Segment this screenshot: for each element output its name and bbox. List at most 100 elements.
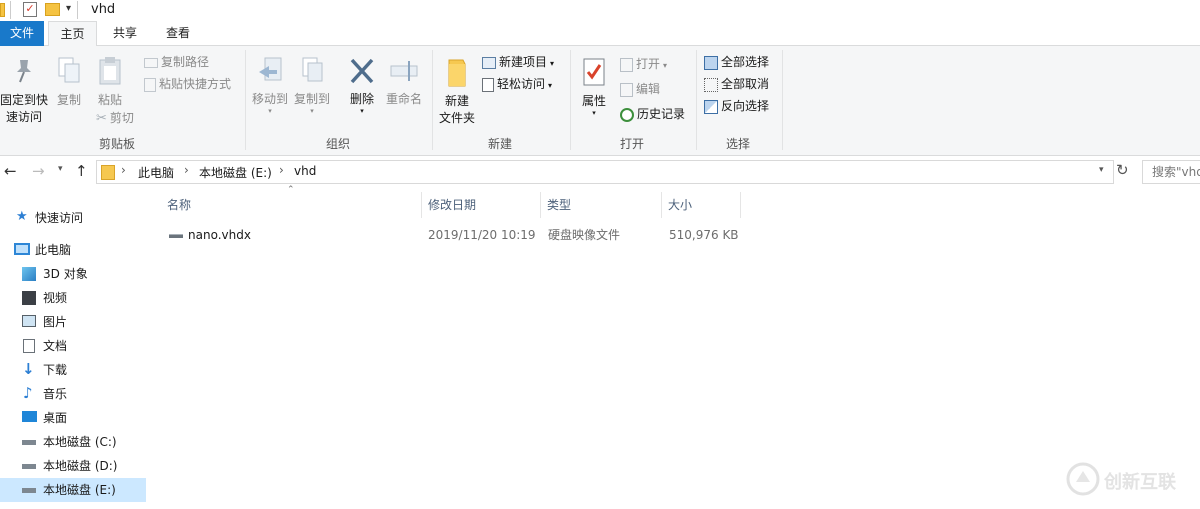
copy-path-icon xyxy=(144,57,158,68)
group-label-open: 打开 xyxy=(619,137,644,151)
select-none-label: 全部取消 xyxy=(721,77,770,91)
paste-shortcut-label: 粘贴快捷方式 xyxy=(159,77,232,91)
watermark-logo-icon xyxy=(1066,462,1100,496)
properties-quick-icon[interactable]: ✓ xyxy=(23,2,37,17)
select-none-button[interactable]: 全部取消 xyxy=(704,74,769,94)
nav-item-downloads[interactable]: ↓ 下载 xyxy=(0,358,146,382)
delete-label: 删除 xyxy=(349,92,374,106)
paste-shortcut-icon xyxy=(144,77,156,92)
up-arrow-icon[interactable]: ↑ xyxy=(75,162,88,180)
title-bar: ✓ ▾ vhd xyxy=(0,0,1200,21)
breadcrumb-separator[interactable]: › xyxy=(279,163,284,177)
file-type: 硬盘映像文件 xyxy=(548,228,621,242)
select-all-icon xyxy=(704,55,718,70)
nav-item-label: 桌面 xyxy=(43,411,68,425)
tab-home[interactable]: 主页 xyxy=(48,21,97,47)
nav-item-this-pc[interactable]: 此电脑 xyxy=(0,238,146,262)
dropdown-arrow-icon: ▾ xyxy=(548,81,553,90)
nav-item-videos[interactable]: 视频 xyxy=(0,286,146,310)
group-label-organize: 组织 xyxy=(325,137,350,151)
breadcrumb-vhd[interactable]: vhd xyxy=(294,164,316,178)
watermark-text: 创新互联 xyxy=(1104,472,1176,493)
copy-icon xyxy=(58,57,80,83)
properties-button[interactable]: 属性 ▾ xyxy=(576,56,612,117)
cut-button[interactable]: ✂ 剪切 xyxy=(96,108,134,128)
new-folder-quick-icon[interactable] xyxy=(45,3,60,16)
rename-button[interactable]: 重命名 xyxy=(384,56,424,108)
dropdown-arrow-icon: ▾ xyxy=(310,107,314,115)
column-header-type[interactable]: 类型 xyxy=(540,192,662,218)
vhdx-file-icon xyxy=(169,234,183,238)
nav-item-pictures[interactable]: 图片 xyxy=(0,310,146,334)
column-header-name[interactable]: 名称 xyxy=(160,192,422,218)
nav-item-label: 图片 xyxy=(43,315,68,329)
column-header-date[interactable]: 修改日期 xyxy=(421,192,541,218)
easy-access-button[interactable]: 轻松访问 ▾ xyxy=(482,74,552,94)
dropdown-arrow-icon: ▾ xyxy=(550,59,555,68)
back-arrow-icon[interactable]: ← xyxy=(4,162,17,180)
music-icon: ♪ xyxy=(23,384,33,402)
invert-selection-button[interactable]: 反向选择 xyxy=(704,96,769,116)
tab-view[interactable]: 查看 xyxy=(154,21,202,46)
nav-item-3d-objects[interactable]: 3D 对象 xyxy=(0,262,146,286)
copy-button[interactable]: 复制 xyxy=(52,56,86,109)
refresh-icon[interactable]: ↻ xyxy=(1116,161,1129,179)
divider xyxy=(10,1,11,19)
customize-quick-access-icon[interactable]: ▾ xyxy=(66,3,71,14)
nav-item-desktop[interactable]: 桌面 xyxy=(0,406,146,430)
open-button[interactable]: 打开 ▾ xyxy=(620,54,667,74)
breadcrumb-this-pc[interactable]: 此电脑 xyxy=(138,164,174,181)
nav-item-drive-e[interactable]: 本地磁盘 (E:) xyxy=(0,478,146,502)
tab-share[interactable]: 共享 xyxy=(102,21,148,46)
clipboard-icon xyxy=(99,57,121,85)
copy-path-button[interactable]: 复制路径 xyxy=(144,52,209,72)
nav-item-documents[interactable]: 文档 xyxy=(0,334,146,358)
star-icon: ★ xyxy=(16,209,28,224)
folder-icon xyxy=(0,3,5,17)
file-modified: 2019/11/20 10:19 xyxy=(428,228,536,242)
pin-icon xyxy=(17,60,31,83)
group-separator xyxy=(570,50,571,150)
tab-file[interactable]: 文件 xyxy=(0,21,44,46)
new-folder-button[interactable]: 新建 文件夹 xyxy=(436,56,478,127)
copy-to-label: 复制到 xyxy=(293,92,330,106)
move-to-icon xyxy=(259,57,282,81)
nav-item-label: 本地磁盘 (C:) xyxy=(43,435,117,449)
nav-item-quick-access[interactable]: ★ 快速访问 xyxy=(0,206,146,230)
forward-arrow-icon[interactable]: → xyxy=(32,162,45,180)
pin-quick-access-button[interactable]: 固定到快 速访问 xyxy=(0,56,48,126)
ribbon: 固定到快 速访问 复制 粘贴 复制路径 粘贴快捷方式 ✂ 剪切 剪贴板 移动到 ▾… xyxy=(0,46,1200,156)
file-list: ⌃ 名称 修改日期 类型 大小 nano.vhdx 2019/11/20 10:… xyxy=(148,185,1200,509)
new-item-button[interactable]: 新建项目 ▾ xyxy=(482,52,554,72)
address-bar[interactable]: › 此电脑 › 本地磁盘 (E:) › vhd ▾ xyxy=(96,160,1114,184)
open-label: 打开 xyxy=(636,57,661,71)
recent-locations-icon[interactable]: ▾ xyxy=(58,164,63,174)
delete-button[interactable]: 删除 ▾ xyxy=(344,56,380,115)
nav-item-label: 此电脑 xyxy=(35,243,72,257)
edit-button[interactable]: 编辑 xyxy=(620,79,660,99)
breadcrumb-separator[interactable]: › xyxy=(184,163,189,177)
search-input[interactable]: 搜索"vhd" xyxy=(1142,160,1200,184)
history-label: 历史记录 xyxy=(637,107,686,121)
dropdown-arrow-icon: ▾ xyxy=(360,107,364,115)
copy-to-button[interactable]: 复制到 ▾ xyxy=(292,56,332,115)
column-header-size[interactable]: 大小 xyxy=(661,192,741,218)
history-button[interactable]: 历史记录 xyxy=(620,104,685,124)
paste-button[interactable]: 粘贴 xyxy=(93,56,127,109)
address-dropdown-icon[interactable]: ▾ xyxy=(1099,165,1104,175)
nav-item-drive-c[interactable]: 本地磁盘 (C:) xyxy=(0,430,146,454)
new-item-label: 新建项目 xyxy=(499,55,548,69)
easy-access-label: 轻松访问 xyxy=(497,77,546,91)
nav-item-drive-d[interactable]: 本地磁盘 (D:) xyxy=(0,454,146,478)
breadcrumb-separator[interactable]: › xyxy=(121,163,126,177)
paste-label: 粘贴 xyxy=(97,93,122,107)
nav-item-label: 3D 对象 xyxy=(43,267,88,281)
select-all-button[interactable]: 全部选择 xyxy=(704,52,769,72)
paste-shortcut-button[interactable]: 粘贴快捷方式 xyxy=(144,74,231,94)
breadcrumb-drive-e[interactable]: 本地磁盘 (E:) xyxy=(199,164,272,181)
copy-path-label: 复制路径 xyxy=(161,55,210,69)
nav-item-music[interactable]: ♪ 音乐 xyxy=(0,382,146,406)
move-to-button[interactable]: 移动到 ▾ xyxy=(250,56,290,115)
video-icon xyxy=(22,291,36,305)
group-label-new: 新建 xyxy=(487,137,512,151)
